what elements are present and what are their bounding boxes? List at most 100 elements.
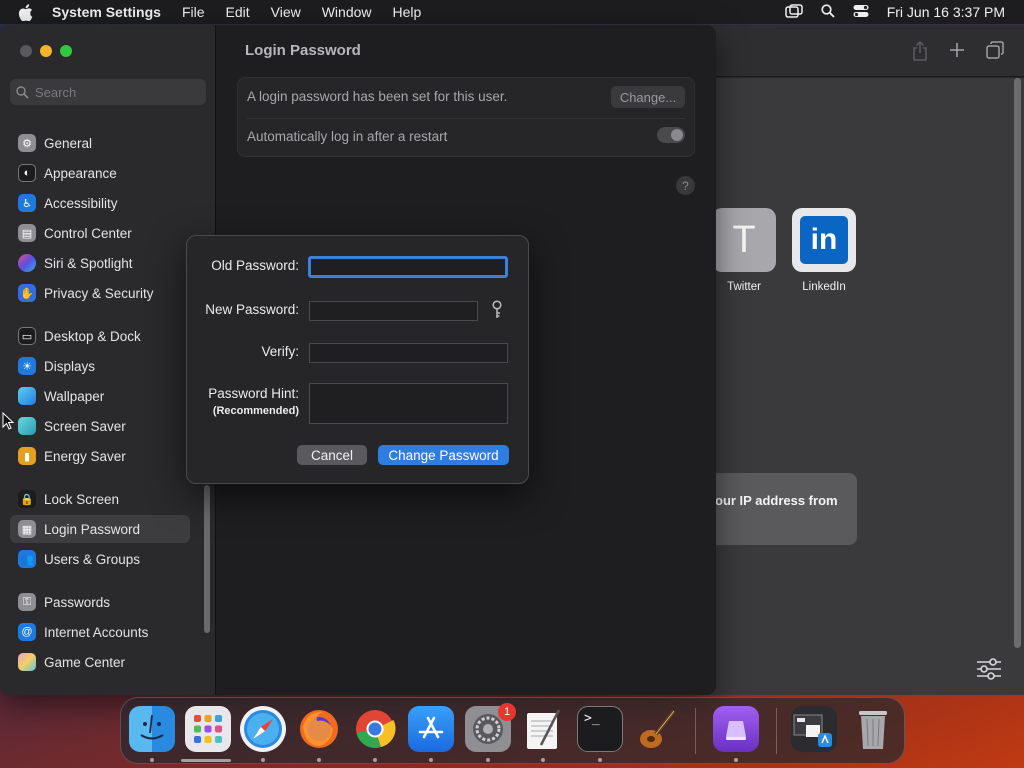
search-icon [16, 85, 29, 99]
dock-terminal-icon[interactable]: >_ [577, 706, 623, 752]
sidebar-item-label: Internet Accounts [44, 624, 149, 640]
cancel-button[interactable]: Cancel [297, 445, 367, 465]
gear-icon: ⚙ [18, 134, 36, 152]
dock-trash-icon[interactable] [850, 706, 896, 752]
sidebar-scrollbar[interactable] [204, 485, 210, 633]
password-set-text: A login password has been set for this u… [247, 89, 508, 104]
menu-file[interactable]: File [182, 4, 205, 20]
twitter-letter-icon: T [732, 218, 756, 261]
tab-overview-icon[interactable] [986, 41, 1006, 61]
sidebar-item-label: Passwords [44, 594, 111, 610]
sidebar-item-label: Desktop & Dock [44, 328, 141, 344]
dock-garageband-icon[interactable] [633, 706, 679, 752]
sidebar-item-appearance[interactable]: ◐ Appearance [10, 159, 190, 187]
sidebar-item-label: Login Password [44, 521, 141, 537]
menubar-clock[interactable]: Fri Jun 16 3:37 PM [887, 4, 1005, 20]
sidebar-item-label: Screen Saver [44, 418, 126, 434]
share-icon[interactable] [912, 40, 932, 61]
sidebar-item-label: Wallpaper [44, 388, 105, 404]
screen-saver-icon [18, 417, 36, 435]
accessibility-icon: ♿ [18, 194, 36, 212]
dock-separator [776, 708, 777, 754]
browser-scrollbar[interactable] [1014, 78, 1021, 648]
sidebar-item-game-center[interactable]: Game Center [10, 648, 190, 676]
new-password-label: New Password: [205, 302, 299, 317]
verify-password-field[interactable] [309, 343, 508, 363]
sidebar-item-login-password[interactable]: ▦ Login Password [10, 515, 190, 543]
sidebar-item-users-groups[interactable]: 👥 Users & Groups [10, 545, 190, 573]
game-center-icon [18, 653, 36, 671]
sidebar-item-displays[interactable]: ☀ Displays [10, 352, 190, 380]
safari-running-indicator [261, 758, 265, 762]
linkedin-logo-icon: in [800, 216, 848, 264]
dock-launchpad-icon[interactable] [185, 706, 231, 752]
sidebar-item-desktop-dock[interactable]: ▭ Desktop & Dock [10, 322, 190, 350]
login-password-group: A login password has been set for this u… [237, 77, 695, 157]
dock-chrome-icon[interactable] [352, 706, 398, 752]
key-icon: ⚿ [18, 593, 36, 611]
sidebar-item-screen-saver[interactable]: Screen Saver [10, 412, 190, 440]
customize-start-page-icon[interactable] [976, 657, 1002, 681]
menu-window[interactable]: Window [322, 4, 372, 20]
favorite-linkedin-label: LinkedIn [802, 281, 846, 293]
dock-textedit-icon[interactable] [520, 706, 566, 752]
dock-downloads-stack-icon[interactable] [791, 706, 837, 752]
menu-edit[interactable]: Edit [226, 4, 250, 20]
dock-firefox-icon[interactable] [296, 706, 342, 752]
menu-view[interactable]: View [271, 4, 301, 20]
screen-mirroring-icon[interactable] [784, 3, 803, 21]
dock-utility-app-icon[interactable] [713, 706, 759, 752]
password-assistant-key-icon[interactable] [490, 300, 504, 320]
password-hint-sublabel: (Recommended) [212, 405, 299, 417]
help-button[interactable]: ? [676, 176, 695, 195]
sidebar-item-siri-spotlight[interactable]: Siri & Spotlight [10, 249, 190, 277]
password-hint-field[interactable] [309, 383, 508, 424]
close-window-button[interactable] [20, 45, 32, 57]
battery-icon: ▮ [18, 447, 36, 465]
minimize-window-button[interactable] [40, 45, 52, 57]
control-center-icon[interactable] [853, 4, 869, 21]
new-tab-icon[interactable] [948, 41, 968, 61]
sidebar-item-wallpaper[interactable]: Wallpaper [10, 382, 190, 410]
sidebar-item-privacy-security[interactable]: ✋ Privacy & Security [10, 279, 190, 307]
finder-running-indicator [150, 758, 154, 762]
auto-login-toggle[interactable] [657, 127, 685, 143]
dock: 1 >_ [120, 697, 905, 764]
sidebar-item-label: Game Center [44, 654, 126, 670]
sidebar-item-lock-screen[interactable]: 🔒 Lock Screen [10, 485, 190, 513]
textedit-running-indicator [541, 758, 545, 762]
old-password-field[interactable] [308, 256, 508, 278]
sidebar-search-field[interactable]: Search [10, 79, 206, 105]
change-password-button[interactable]: Change... [611, 86, 685, 108]
sidebar-item-control-center[interactable]: ▤ Control Center [10, 219, 190, 247]
chrome-running-indicator [373, 758, 377, 762]
favorite-twitter-tile[interactable]: T [712, 208, 776, 272]
sidebar-item-label: Energy Saver [44, 448, 126, 464]
dock-safari-icon[interactable] [240, 706, 286, 752]
menu-bar: System Settings File Edit View Window He… [0, 0, 1024, 24]
new-password-field[interactable] [309, 301, 478, 321]
sidebar-item-label: Users & Groups [44, 551, 141, 567]
dock-app-store-icon[interactable] [408, 706, 454, 752]
sidebar-item-label: Privacy & Security [44, 285, 154, 301]
sidebar-item-accessibility[interactable]: ♿ Accessibility [10, 189, 190, 217]
launchpad-progress-indicator [181, 759, 231, 762]
zoom-window-button[interactable] [60, 45, 72, 57]
sidebar-item-energy-saver[interactable]: ▮ Energy Saver [10, 442, 190, 470]
favorite-linkedin-tile[interactable]: in [792, 208, 856, 272]
toggle-knob [671, 129, 683, 141]
browser-start-page: T Twitter in LinkedIn our IP address fro… [690, 78, 1024, 695]
dock-finder-icon[interactable] [129, 706, 175, 752]
sidebar-item-general[interactable]: ⚙ General [10, 129, 190, 157]
terminal-running-indicator [598, 758, 602, 762]
change-password-submit-button[interactable]: Change Password [378, 445, 509, 465]
search-placeholder: Search [35, 84, 77, 100]
menu-help[interactable]: Help [393, 4, 422, 20]
mouse-cursor-icon [2, 411, 15, 430]
app-name-menu[interactable]: System Settings [52, 4, 161, 20]
spotlight-search-icon[interactable] [821, 3, 835, 21]
apple-menu-icon[interactable] [18, 3, 34, 21]
privacy-report-text: our IP address from [715, 493, 838, 508]
sidebar-item-passwords[interactable]: ⚿ Passwords [10, 588, 190, 616]
sidebar-item-internet-accounts[interactable]: @ Internet Accounts [10, 618, 190, 646]
